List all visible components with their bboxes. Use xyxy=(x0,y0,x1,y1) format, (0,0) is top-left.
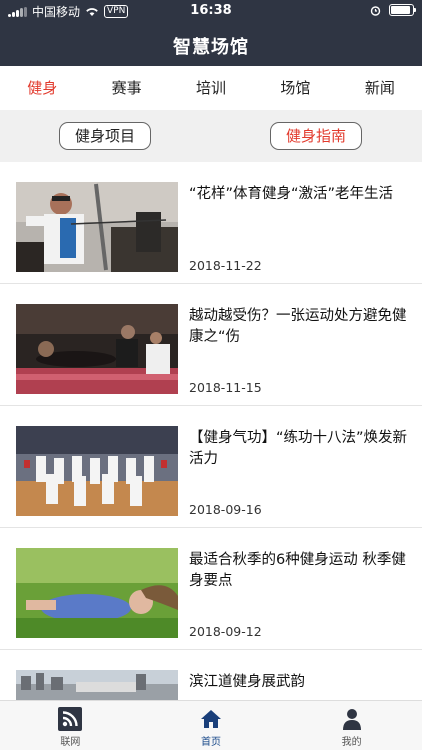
person-icon xyxy=(342,709,361,730)
article-list: “花样”体育健身“激活”老年生活 2018-11-22 越动越受伤？一张运动处方… xyxy=(0,162,422,750)
nav-network[interactable]: 联网 xyxy=(0,701,141,750)
article-date: 2018-11-15 xyxy=(189,380,262,395)
tab-events[interactable]: 赛事 xyxy=(84,66,168,110)
article-item[interactable]: 最适合秋季的6种健身运动 秋季健身要点 2018-09-12 xyxy=(0,528,422,650)
nav-label: 我的 xyxy=(341,737,362,748)
tab-training[interactable]: 培训 xyxy=(169,66,253,110)
article-date: 2018-09-16 xyxy=(189,502,262,517)
alarm-icon xyxy=(370,5,381,16)
rss-icon xyxy=(58,707,83,731)
fitness-guide-button[interactable]: 健身指南 xyxy=(270,122,362,150)
article-title: 【健身气功】“练功十八法”焕发新活力 xyxy=(189,430,408,467)
app-header: 中国移动 VPN 16:38 智慧场馆 xyxy=(0,0,422,66)
battery-icon xyxy=(389,4,416,16)
nav-label: 首页 xyxy=(201,737,221,748)
article-title: 滨江道健身展武韵 xyxy=(189,674,305,690)
nav-home[interactable]: 首页 xyxy=(141,701,282,750)
sub-filter-bar: 健身项目 健身指南 xyxy=(0,110,422,162)
status-time: 16:38 xyxy=(190,3,232,18)
article-thumbnail-archery xyxy=(16,182,178,272)
article-date: 2018-11-22 xyxy=(189,258,262,273)
article-thumbnail-grass xyxy=(16,548,178,638)
tab-news[interactable]: 新闻 xyxy=(338,66,422,110)
article-title: 最适合秋季的6种健身运动 秋季健身要点 xyxy=(189,552,406,589)
category-tabs: 健身 赛事 培训 场馆 新闻 xyxy=(0,66,422,110)
home-icon xyxy=(201,710,221,728)
tab-fitness[interactable]: 健身 xyxy=(0,66,84,110)
article-title: 越动越受伤？一张运动处方避免健康之“伤 xyxy=(189,308,407,345)
article-date: 2018-09-12 xyxy=(189,624,262,639)
nav-mine[interactable]: 我的 xyxy=(281,701,422,750)
article-item[interactable]: 越动越受伤？一张运动处方避免健康之“伤 2018-11-15 xyxy=(0,284,422,406)
article-thumbnail-gym xyxy=(16,304,178,394)
bottom-navigation: 联网 首页 我的 xyxy=(0,700,422,750)
article-thumbnail-qigong xyxy=(16,426,178,516)
fitness-projects-button[interactable]: 健身项目 xyxy=(59,122,151,150)
article-item[interactable]: 【健身气功】“练功十八法”焕发新活力 2018-09-16 xyxy=(0,406,422,528)
article-item[interactable]: “花样”体育健身“激活”老年生活 2018-11-22 xyxy=(0,162,422,284)
article-title: “花样”体育健身“激活”老年生活 xyxy=(189,186,394,202)
tab-venues[interactable]: 场馆 xyxy=(253,66,337,110)
page-title: 智慧场馆 xyxy=(173,37,249,58)
status-bar: 中国移动 VPN 16:38 xyxy=(0,0,422,22)
nav-label: 联网 xyxy=(60,737,81,748)
